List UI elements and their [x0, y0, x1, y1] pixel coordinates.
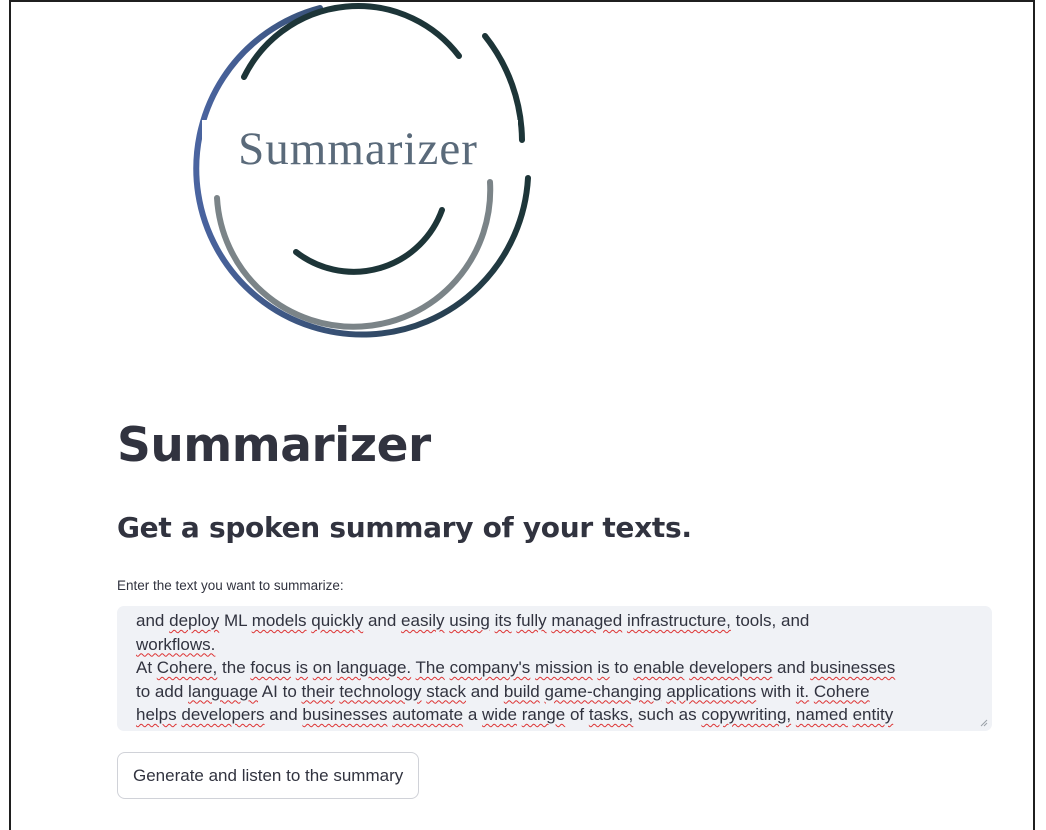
- logo-wordmark: Summarizer: [238, 123, 478, 175]
- text-input-line: and deploy ML models quickly and easily …: [136, 611, 810, 630]
- logo-gray-arc: [214, 179, 494, 330]
- text-input-line: At Cohere, the focus is on language. The…: [136, 658, 896, 677]
- text-input-value[interactable]: and deploy ML models quickly and easily …: [136, 609, 958, 727]
- text-input-line: to add language AI to their technology s…: [136, 681, 870, 701]
- text-input-area[interactable]: and deploy ML models quickly and easily …: [117, 606, 992, 731]
- text-input-label: Enter the text you want to summarize:: [117, 578, 344, 593]
- page-title: Summarizer: [117, 418, 431, 473]
- generate-summary-button[interactable]: Generate and listen to the summary: [117, 752, 420, 799]
- resize-handle-icon[interactable]: [980, 719, 988, 727]
- page-subtitle: Get a spoken summary of your texts.: [117, 511, 692, 544]
- logo-top-arc: [241, 3, 462, 80]
- text-input-line: helps developers and businesses automate…: [136, 705, 894, 724]
- summarizer-logo: Summarizer: [180, 0, 540, 350]
- logo-inner-arc: [293, 207, 445, 275]
- text-input-line: workflows.: [136, 634, 216, 654]
